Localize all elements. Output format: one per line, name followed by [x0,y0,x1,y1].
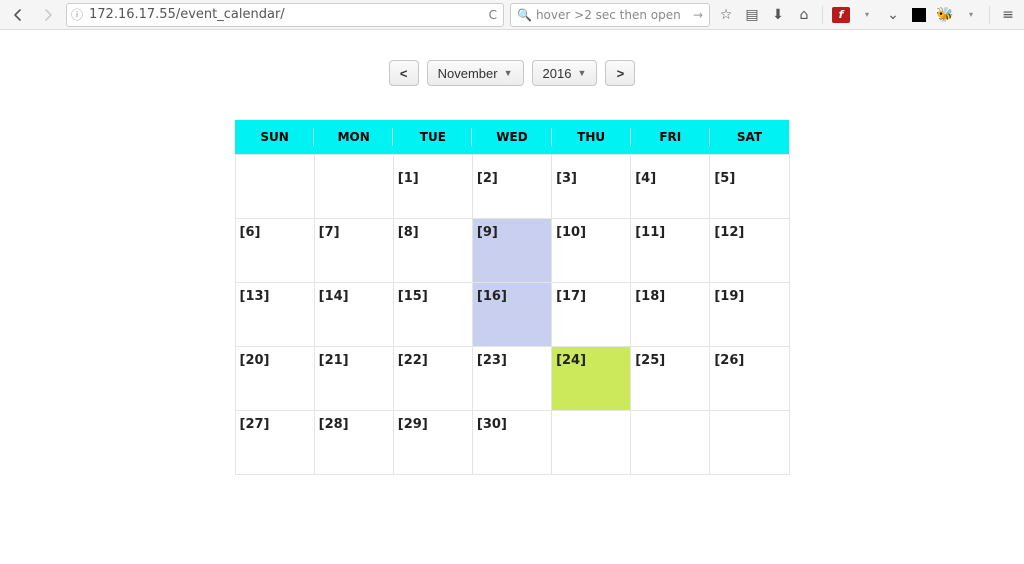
calendar-row: [27][28][29][30] [235,410,789,474]
calendar-cell[interactable]: [8] [393,218,472,282]
calendar-cell[interactable]: [25] [631,346,710,410]
info-icon: ⓘ [71,6,83,23]
calendar-row: [6][7][8][9][10][11][12] [235,218,789,282]
calendar-cell[interactable]: [15] [393,282,472,346]
pocket-icon[interactable]: ⌄ [883,5,903,25]
flash-plugin-icon[interactable]: f [831,5,851,25]
prev-month-button[interactable]: < [389,60,419,86]
search-placeholder: hover >2 sec then open [536,8,681,22]
calendar-row: [20][21][22][23][24][25][26] [235,346,789,410]
calendar-cell[interactable]: [19] [710,282,789,346]
calendar-cell [631,410,710,474]
calendar-cell[interactable]: [9] [472,218,551,282]
day-header: THU [552,120,631,154]
calendar-cell[interactable]: [29] [393,410,472,474]
calendar-row: [1][2][3][4][5] [235,154,789,218]
search-bar[interactable]: 🔍 hover >2 sec then open → [510,3,710,27]
calendar-controls: < November ▼ 2016 ▼ > [0,60,1024,86]
bookmarks-list-icon[interactable]: ▤ [742,5,762,25]
extension-square-icon[interactable] [909,5,929,25]
browser-toolbar: ⓘ 172.16.17.55/event_calendar/ C 🔍 hover… [0,0,1024,30]
calendar-cell [710,410,789,474]
reload-icon[interactable]: C [487,8,499,22]
calendar-cell[interactable]: [20] [235,346,314,410]
calendar-cell[interactable]: [1] [393,154,472,218]
day-header: SAT [710,120,789,154]
forward-button [36,3,60,27]
calendar-cell[interactable]: [13] [235,282,314,346]
home-icon[interactable]: ⌂ [794,5,814,25]
toolbar-separator-2 [989,6,990,24]
day-header: SUN [235,120,314,154]
day-header: WED [472,120,551,154]
calendar-cell[interactable]: [7] [314,218,393,282]
calendar-row: [13][14][15][16][17][18][19] [235,282,789,346]
calendar-cell[interactable]: [2] [472,154,551,218]
calendar-body: [1][2][3][4][5][6][7][8][9][10][11][12][… [235,154,789,474]
calendar-cell[interactable]: [3] [552,154,631,218]
calendar-cell[interactable]: [12] [710,218,789,282]
day-header: TUE [393,120,472,154]
day-header-row: SUN MON TUE WED THU FRI SAT [235,120,789,154]
calendar-cell [314,154,393,218]
toolbar-separator [822,6,823,24]
calendar-cell[interactable]: [5] [710,154,789,218]
year-label: 2016 [543,66,572,81]
calendar-cell[interactable]: [22] [393,346,472,410]
calendar-cell[interactable]: [16] [472,282,551,346]
calendar-cell[interactable]: [10] [552,218,631,282]
calendar-cell[interactable]: [4] [631,154,710,218]
url-text: 172.16.17.55/event_calendar/ [89,7,285,22]
calendar-cell [235,154,314,218]
bookmark-star-icon[interactable]: ☆ [716,5,736,25]
month-label: November [438,66,498,81]
extension-bee-icon[interactable]: 🐝 [935,5,955,25]
downloads-icon[interactable]: ⬇ [768,5,788,25]
calendar-cell[interactable]: [30] [472,410,551,474]
day-header: MON [314,120,393,154]
calendar-cell[interactable]: [17] [552,282,631,346]
calendar-cell[interactable]: [21] [314,346,393,410]
calendar-cell[interactable]: [14] [314,282,393,346]
menu-icon[interactable]: ≡ [998,5,1018,25]
caret-down-icon: ▼ [577,68,586,78]
page-content: < November ▼ 2016 ▼ > SUN MON TUE WED TH… [0,30,1024,475]
calendar-cell[interactable]: [6] [235,218,314,282]
url-bar[interactable]: ⓘ 172.16.17.55/event_calendar/ C [66,3,504,27]
month-select[interactable]: November ▼ [427,60,524,86]
search-icon: 🔍 [517,8,532,22]
calendar-table: SUN MON TUE WED THU FRI SAT [1][2][3][4]… [235,120,790,475]
calendar-cell[interactable]: [27] [235,410,314,474]
next-month-button[interactable]: > [605,60,635,86]
calendar-cell [552,410,631,474]
back-button[interactable] [6,3,30,27]
calendar-cell[interactable]: [23] [472,346,551,410]
caret-down-icon: ▼ [504,68,513,78]
calendar-cell[interactable]: [28] [314,410,393,474]
extension-dropdown-icon[interactable]: ▾ [961,5,981,25]
day-header: FRI [631,120,710,154]
flash-dropdown-icon[interactable]: ▾ [857,5,877,25]
go-icon[interactable]: → [693,8,703,22]
calendar-cell[interactable]: [18] [631,282,710,346]
calendar-cell[interactable]: [11] [631,218,710,282]
year-select[interactable]: 2016 ▼ [532,60,598,86]
calendar-cell[interactable]: [26] [710,346,789,410]
calendar-cell[interactable]: [24] [552,346,631,410]
